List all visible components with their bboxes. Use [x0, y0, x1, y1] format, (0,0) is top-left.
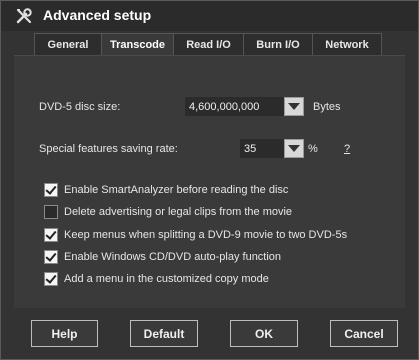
- disc-size-value: 4,600,000,000: [185, 97, 284, 116]
- saving-rate-value: 35: [240, 139, 284, 158]
- checkbox-keep-menus[interactable]: [44, 228, 58, 242]
- checkbox-label: Delete advertising or legal clips from t…: [64, 206, 293, 218]
- help-link[interactable]: ?: [344, 143, 350, 155]
- saving-rate-dropdown[interactable]: 35: [240, 139, 304, 158]
- help-button[interactable]: Help: [31, 320, 98, 347]
- disc-size-dropdown[interactable]: 4,600,000,000: [185, 97, 304, 116]
- chevron-down-icon[interactable]: [284, 97, 304, 116]
- disc-size-label: DVD-5 disc size:: [39, 101, 121, 113]
- tab-network[interactable]: Network: [312, 33, 382, 55]
- dialog-title: Advanced setup: [43, 7, 152, 23]
- checkbox-row-keep-menus[interactable]: Keep menus when splitting a DVD-9 movie …: [44, 226, 347, 244]
- title-bar: Advanced setup: [1, 1, 418, 31]
- cancel-button[interactable]: Cancel: [330, 320, 398, 347]
- disc-size-unit: Bytes: [313, 101, 341, 113]
- checkbox-delete-ads[interactable]: [44, 205, 58, 219]
- tools-icon: [16, 8, 32, 24]
- tab-general[interactable]: General: [34, 33, 102, 55]
- tab-burn-io[interactable]: Burn I/O: [243, 33, 313, 55]
- saving-rate-label: Special features saving rate:: [39, 143, 178, 155]
- checkbox-label: Enable Windows CD/DVD auto-play function: [64, 251, 282, 263]
- checkbox-row-delete-ads[interactable]: Delete advertising or legal clips from t…: [44, 203, 292, 221]
- checkbox-label: Keep menus when splitting a DVD-9 movie …: [64, 229, 348, 241]
- ok-button[interactable]: OK: [230, 320, 298, 347]
- checkbox-smartanalyzer[interactable]: [44, 183, 58, 197]
- advanced-setup-dialog: Advanced setup General Transcode Read I/…: [0, 0, 419, 360]
- saving-rate-unit: %: [308, 143, 318, 155]
- checkbox-add-menu[interactable]: [44, 272, 58, 286]
- checkbox-row-autoplay[interactable]: Enable Windows CD/DVD auto-play function: [44, 248, 281, 266]
- transcode-panel: DVD-5 disc size: 4,600,000,000 Bytes Spe…: [14, 55, 405, 308]
- tab-read-io[interactable]: Read I/O: [173, 33, 244, 55]
- default-button[interactable]: Default: [130, 320, 198, 347]
- checkbox-autoplay[interactable]: [44, 250, 58, 264]
- checkbox-label: Add a menu in the customized copy mode: [64, 273, 269, 285]
- checkbox-row-add-menu[interactable]: Add a menu in the customized copy mode: [44, 270, 269, 288]
- tab-transcode[interactable]: Transcode: [101, 33, 174, 55]
- chevron-down-icon[interactable]: [284, 139, 304, 158]
- checkbox-label: Enable SmartAnalyzer before reading the …: [64, 184, 289, 196]
- tab-bar: General Transcode Read I/O Burn I/O Netw…: [34, 33, 382, 55]
- checkbox-row-smartanalyzer[interactable]: Enable SmartAnalyzer before reading the …: [44, 181, 288, 199]
